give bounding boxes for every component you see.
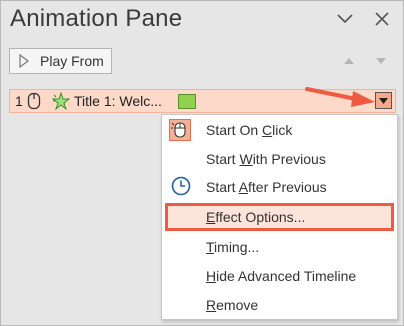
triangle-down-icon xyxy=(376,58,386,64)
close-icon xyxy=(375,12,389,26)
menu-item-label: Start After Previous xyxy=(206,179,327,195)
animation-item-label: Title 1: Welc... xyxy=(74,93,162,109)
mouse-icon xyxy=(27,92,41,110)
menu-item-label: Effect Options... xyxy=(206,209,306,225)
menu-item-label: Start On Click xyxy=(206,122,293,138)
menu-item-label: Hide Advanced Timeline xyxy=(206,268,357,284)
play-from-label: Play From xyxy=(40,53,104,69)
entrance-effect-star-icon xyxy=(52,92,70,110)
move-later-button[interactable] xyxy=(370,49,392,73)
play-from-button[interactable]: Play From xyxy=(9,48,112,74)
animation-order-number: 1 xyxy=(15,93,23,109)
menu-item-timing[interactable]: Timing... xyxy=(162,233,397,261)
menu-item-start-on-click[interactable]: Start On Click xyxy=(162,116,397,144)
close-pane-button[interactable] xyxy=(372,9,392,29)
menu-item-remove[interactable]: Remove xyxy=(162,291,397,319)
menu-item-label: Remove xyxy=(206,297,259,313)
menu-item-hide-advanced-timeline[interactable]: Hide Advanced Timeline xyxy=(162,262,397,290)
play-icon xyxy=(19,54,29,68)
triangle-up-icon xyxy=(344,58,354,64)
chevron-down-icon xyxy=(337,14,353,24)
menu-item-label: Timing... xyxy=(206,239,260,255)
move-earlier-button[interactable] xyxy=(338,49,360,73)
menu-item-effect-options[interactable]: Effect Options... xyxy=(165,203,394,231)
menu-item-start-after-previous[interactable]: Start After Previous xyxy=(162,173,397,201)
timeline-bar xyxy=(178,94,196,109)
mouse-click-icon xyxy=(169,119,191,146)
clock-icon xyxy=(171,176,191,201)
task-pane-options-button[interactable] xyxy=(335,9,355,29)
menu-item-label: Start With Previous xyxy=(206,151,326,167)
context-menu: Start On Click Start With Previous Start A… xyxy=(161,114,398,320)
annotation-arrow-icon xyxy=(305,87,375,107)
pane-title: Animation Pane xyxy=(10,5,183,32)
menu-item-start-with-previous[interactable]: Start With Previous xyxy=(162,145,397,173)
animation-pane: Animation Pane Play From 1 Title 1: Welc… xyxy=(0,0,404,326)
